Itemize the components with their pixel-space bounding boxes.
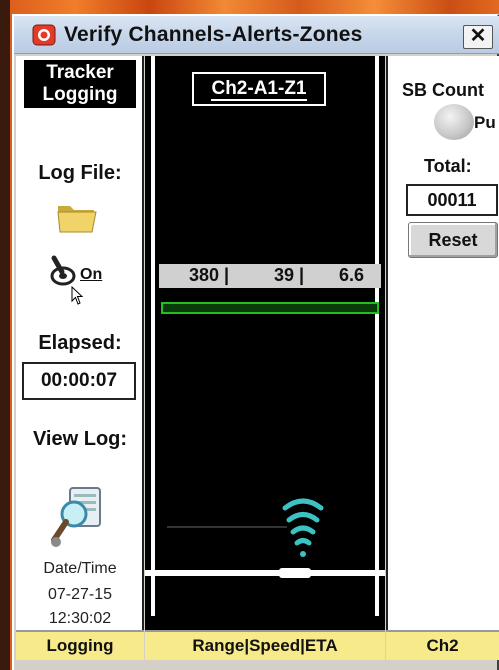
tab-logging[interactable]: Logging [16, 630, 144, 660]
logging-panel: Tracker Logging Log File: On Elapsed: 00… [16, 56, 144, 644]
verify-window: Verify Channels-Alerts-Zones ✕ Tracker L… [12, 14, 499, 670]
tracker-display: Ch2-A1-Z1 380 | 39 | 6.6 [145, 56, 385, 644]
channel-label-text: Ch2-A1-Z1 [211, 78, 307, 101]
range-speed-eta-readout: 380 | 39 | 6.6 [159, 264, 381, 288]
reset-button[interactable]: Reset [408, 222, 498, 258]
window-title: Verify Channels-Alerts-Zones [64, 23, 363, 46]
track-line [167, 526, 287, 528]
app-icon [32, 24, 56, 46]
left-rail [151, 56, 155, 616]
tab-ch2[interactable]: Ch2 [386, 630, 499, 660]
toggle-state-label: On [80, 266, 103, 283]
total-value: 00011 [406, 184, 498, 216]
elapsed-label: Elapsed: [38, 332, 122, 354]
view-log-label: View Log: [32, 428, 128, 450]
speed-value: 39 | [274, 265, 305, 285]
eta-value: 6.6 [339, 265, 365, 285]
range-value: 380 | [189, 265, 230, 285]
channel-label: Ch2-A1-Z1 [192, 72, 326, 106]
log-file-label: Log File: [38, 162, 122, 184]
sb-count-panel: SB Count Pu Total: 00011 Reset [386, 56, 499, 644]
elapsed-time-value: 00:00:07 [22, 362, 136, 400]
close-button[interactable]: ✕ [463, 25, 493, 49]
right-rail [375, 56, 379, 616]
zone-alert-bar [161, 302, 379, 314]
tracker-line-1: Tracker [46, 62, 114, 83]
time-value: 12:30:02 [48, 610, 112, 627]
baseline [145, 570, 385, 576]
date-value: 07-27-15 [47, 586, 113, 603]
tab-range-speed-eta[interactable]: Range|Speed|ETA [145, 630, 385, 660]
sb-count-label: SB Count [402, 80, 484, 100]
signal-waves-icon [282, 498, 324, 557]
title-bar: Verify Channels-Alerts-Zones ✕ [14, 16, 499, 54]
total-label: Total: [424, 156, 472, 176]
tracker-logging-header: Tracker Logging [24, 60, 136, 108]
mouse-cursor-icon [71, 286, 84, 305]
sb-indicator-icon [434, 104, 474, 140]
sb-indicator-text: Pu [474, 113, 496, 132]
datetime-label: Date/Time [43, 560, 117, 577]
folder-icon[interactable] [56, 200, 98, 234]
logging-toggle-icon[interactable] [48, 254, 78, 286]
tracker-line-2: Logging [42, 84, 118, 105]
desktop-edge [0, 0, 10, 670]
position-marker [279, 568, 311, 578]
view-log-icon[interactable] [48, 484, 106, 552]
